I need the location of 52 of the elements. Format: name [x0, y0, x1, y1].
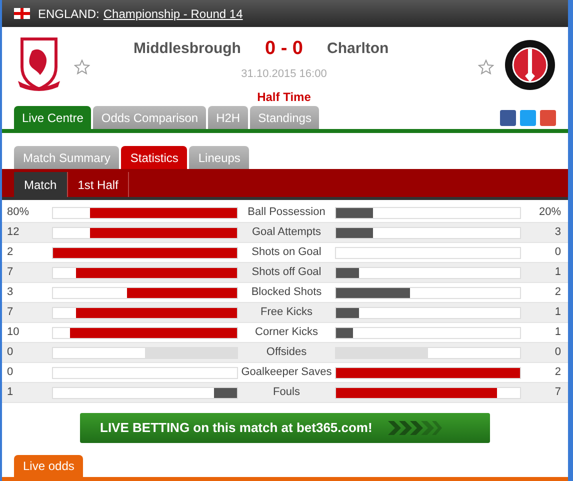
home-stat-value: 10 [6, 325, 20, 340]
home-stat-value: 3 [6, 285, 14, 300]
home-stat-value: 12 [6, 225, 20, 240]
away-stat-value: 0 [554, 245, 562, 260]
match-score: 0 - 0 [264, 37, 304, 61]
away-team-name: Charlton [327, 39, 390, 60]
away-stat-value: 1 [554, 325, 562, 340]
sub-tab[interactable]: Match Summary [14, 146, 120, 169]
away-stat-value: 0 [554, 345, 562, 360]
home-stat-value: 80% [6, 205, 30, 220]
stat-label: Corner Kicks [254, 325, 319, 340]
sub-tab[interactable]: Lineups [189, 146, 250, 169]
competition-link[interactable]: Championship - Round 14 [103, 4, 243, 22]
stat-label: Fouls [272, 385, 301, 400]
main-tab[interactable]: Odds Comparison [93, 106, 206, 129]
away-stat-value: 2 [554, 365, 562, 380]
home-stat-value: 7 [6, 265, 14, 280]
away-stat-value: 7 [554, 385, 562, 400]
stat-label: Goalkeeper Saves [240, 365, 333, 380]
chevrons-icon [388, 421, 442, 435]
period-tab[interactable]: Match [14, 172, 68, 197]
away-stat-value: 3 [554, 225, 562, 240]
live-betting-banner[interactable]: LIVE BETTING on this match at bet365.com! [80, 413, 490, 443]
country-label: ENGLAND: [38, 6, 100, 22]
away-stat-value: 20% [538, 205, 562, 220]
home-stat-value: 1 [6, 385, 14, 400]
home-stat-value: 0 [6, 365, 14, 380]
main-tab[interactable]: Standings [250, 106, 320, 129]
home-team-name: Middlesbrough [132, 39, 241, 60]
stat-label: Free Kicks [260, 305, 314, 320]
match-status: Half Time [257, 89, 311, 106]
stat-label: Blocked Shots [250, 285, 323, 300]
away-stat-value: 2 [554, 285, 562, 300]
period-tab[interactable]: 1st Half [68, 172, 130, 197]
sub-tab[interactable]: Statistics [121, 146, 188, 169]
stat-label: Ball Possession [246, 205, 326, 220]
star-icon[interactable] [74, 59, 90, 75]
stat-label: Offsides [265, 345, 308, 360]
flag-icon [14, 8, 30, 19]
live-odds-tab[interactable]: Live odds [14, 455, 84, 477]
away-stat-value: 1 [554, 305, 562, 320]
stat-label: Goal Attempts [250, 225, 322, 240]
stat-label: Shots off Goal [250, 265, 322, 280]
home-stat-value: 7 [6, 305, 14, 320]
away-team-logo [504, 39, 556, 91]
stat-label: Shots on Goal [250, 245, 322, 260]
away-stat-value: 1 [554, 265, 562, 280]
star-icon[interactable] [478, 59, 494, 75]
home-stat-value: 2 [6, 245, 14, 260]
match-datetime: 31.10.2015 16:00 [241, 66, 327, 82]
home-stat-value: 0 [6, 345, 14, 360]
main-tab[interactable]: Live Centre [14, 106, 92, 129]
